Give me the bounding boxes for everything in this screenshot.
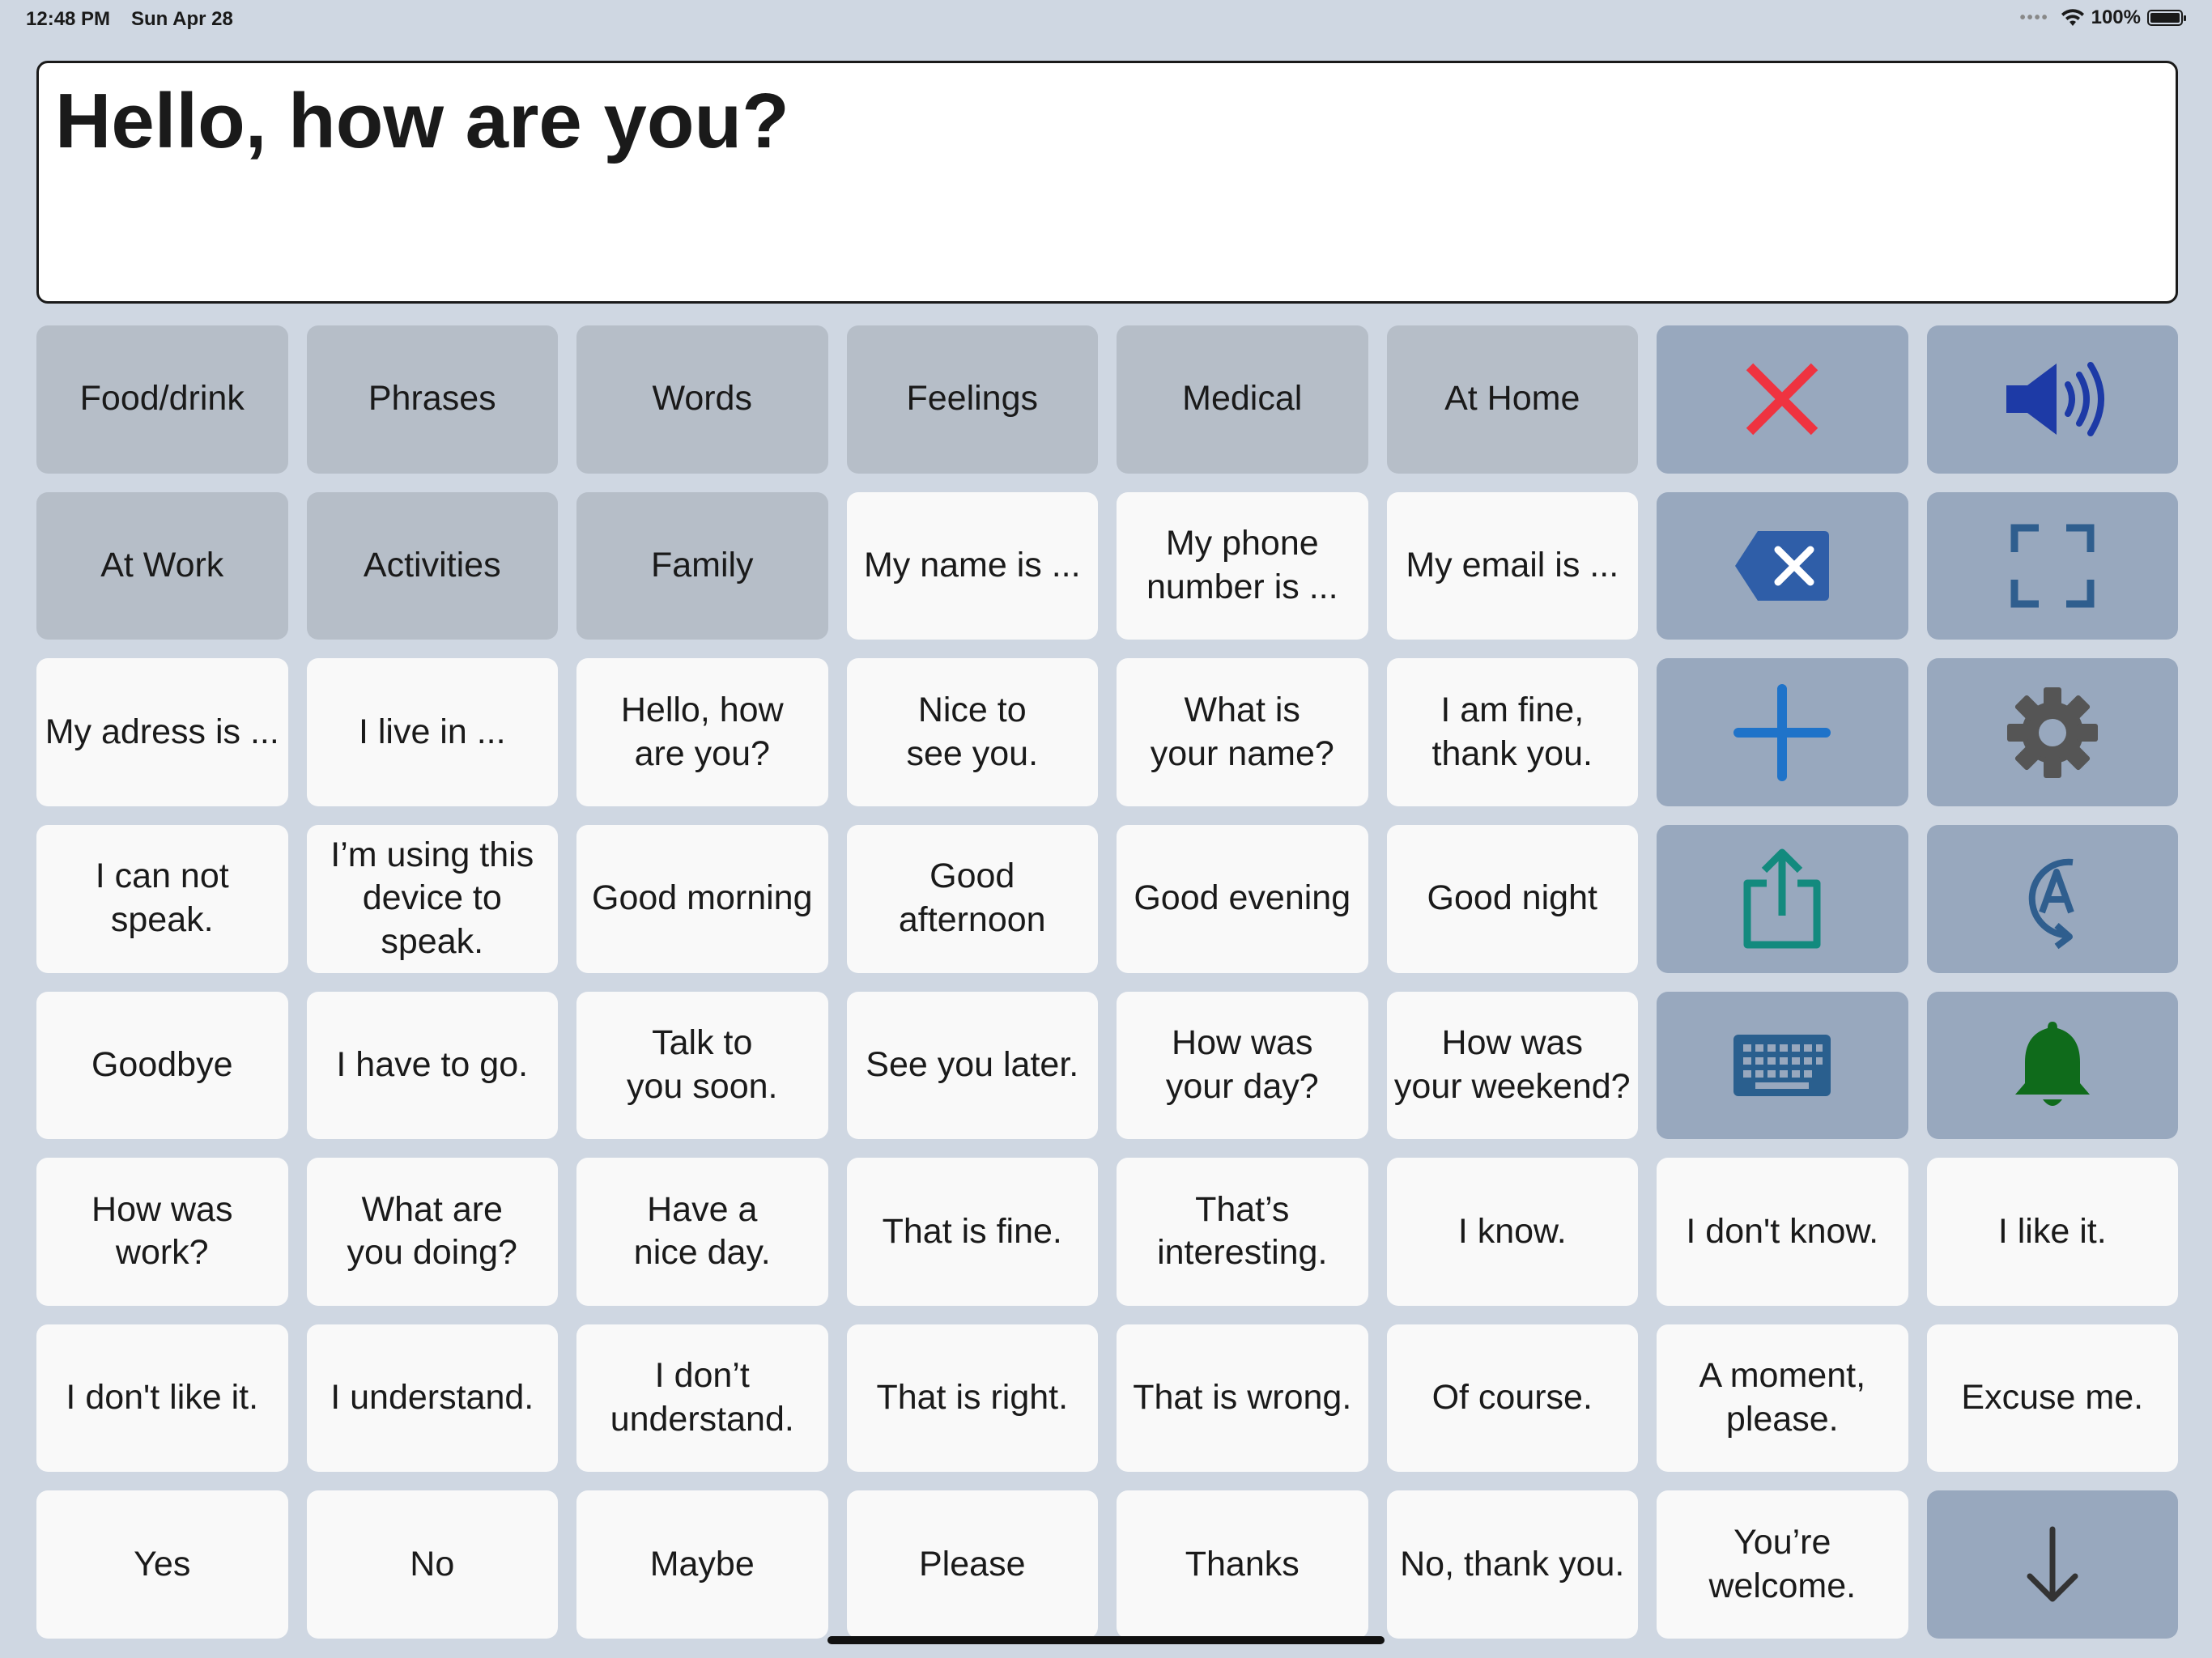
category-words[interactable]: Words <box>576 325 828 474</box>
settings-button[interactable] <box>1926 658 2178 806</box>
phrase-button[interactable]: Please <box>846 1490 1098 1639</box>
phrase-button[interactable]: Goodbye <box>36 991 288 1140</box>
arrow-down-icon <box>2027 1526 2078 1602</box>
phrase-button[interactable]: My phone number is ... <box>1117 491 1368 640</box>
phrase-button[interactable]: How was work? <box>36 1158 288 1306</box>
phrase-button[interactable]: A moment, please. <box>1657 1324 1908 1473</box>
phrase-button[interactable]: Maybe <box>576 1490 828 1639</box>
phrase-button[interactable]: I like it. <box>1926 1158 2178 1306</box>
phrase-button[interactable]: No <box>306 1490 558 1639</box>
bell-icon <box>2014 1021 2090 1106</box>
phrase-button[interactable]: Thanks <box>1117 1490 1368 1639</box>
phrase-button[interactable]: I have to go. <box>306 991 558 1140</box>
phrase-button[interactable]: I live in ... <box>306 658 558 806</box>
phrase-button[interactable]: Good morning <box>576 824 828 973</box>
phrase-button[interactable]: Excuse me. <box>1926 1324 2178 1473</box>
phrase-button[interactable]: How was your weekend? <box>1386 991 1638 1140</box>
share-icon <box>1743 848 1821 949</box>
category-feelings[interactable]: Feelings <box>846 325 1098 474</box>
category-medical[interactable]: Medical <box>1117 325 1368 474</box>
message-display[interactable]: Hello, how are you? <box>36 61 2178 304</box>
status-date: Sun Apr 28 <box>131 8 233 30</box>
phrase-button[interactable]: That is wrong. <box>1117 1324 1368 1473</box>
close-icon <box>1746 363 1819 436</box>
phrase-button[interactable]: Of course. <box>1386 1324 1638 1473</box>
speaker-icon <box>2006 362 2104 437</box>
phrase-button[interactable]: My email is ... <box>1386 491 1638 640</box>
category-family[interactable]: Family <box>576 491 828 640</box>
battery-percent: 100% <box>2091 6 2141 28</box>
phrase-button[interactable]: I don’t understand. <box>576 1324 828 1473</box>
category-phrases[interactable]: Phrases <box>306 325 558 474</box>
phrase-button[interactable]: Hello, how are you? <box>576 658 828 806</box>
category-at-home[interactable]: At Home <box>1386 325 1638 474</box>
backspace-icon <box>1735 530 1830 601</box>
keyboard-button[interactable] <box>1657 991 1908 1140</box>
phrase-button[interactable]: Good night <box>1386 824 1638 973</box>
phrase-button[interactable]: I can not speak. <box>36 824 288 973</box>
share-button[interactable] <box>1657 824 1908 973</box>
status-right: •••• 100% <box>2019 6 2186 29</box>
battery-icon <box>2147 10 2186 26</box>
backspace-button[interactable] <box>1657 491 1908 640</box>
signal-dots-icon: •••• <box>2019 8 2049 27</box>
clear-button[interactable] <box>1657 325 1908 474</box>
phrase-button[interactable]: How was your day? <box>1117 991 1368 1140</box>
phrase-button[interactable]: No, thank you. <box>1386 1490 1638 1639</box>
category-activities[interactable]: Activities <box>306 491 558 640</box>
phrase-button[interactable]: What is your name? <box>1117 658 1368 806</box>
scroll-down-button[interactable] <box>1926 1490 2178 1639</box>
phrase-button[interactable]: See you later. <box>846 991 1098 1140</box>
phrase-button[interactable]: What are you doing? <box>306 1158 558 1306</box>
phrase-button[interactable]: Good afternoon <box>846 824 1098 973</box>
phrase-button[interactable]: Talk to you soon. <box>576 991 828 1140</box>
plus-icon <box>1733 683 1831 781</box>
phrase-button[interactable]: You’re welcome. <box>1657 1490 1908 1639</box>
phrase-button[interactable]: That’s interesting. <box>1117 1158 1368 1306</box>
phrase-button[interactable]: I’m using this device to speak. <box>306 824 558 973</box>
phrase-button[interactable]: Good evening <box>1117 824 1368 973</box>
wifi-icon <box>2061 9 2084 26</box>
rotate-text-icon <box>2028 858 2074 950</box>
gear-icon <box>2006 687 2098 778</box>
alarm-button[interactable] <box>1926 991 2178 1140</box>
status-bar: 12:48 PM Sun Apr 28 •••• 100% <box>0 0 2212 39</box>
home-indicator[interactable] <box>827 1636 1385 1644</box>
category-at-work[interactable]: At Work <box>36 491 288 640</box>
phrase-button[interactable]: I don't know. <box>1657 1158 1908 1306</box>
keyboard-icon <box>1733 1034 1831 1096</box>
speak-button[interactable] <box>1926 325 2178 474</box>
phrase-button[interactable]: I know. <box>1386 1158 1638 1306</box>
category-food-drink[interactable]: Food/drink <box>36 325 288 474</box>
text-direction-button[interactable] <box>1926 824 2178 973</box>
phrase-button[interactable]: My name is ... <box>846 491 1098 640</box>
phrase-button[interactable]: My adress is ... <box>36 658 288 806</box>
fullscreen-button[interactable] <box>1926 491 2178 640</box>
phrase-button[interactable]: That is right. <box>846 1324 1098 1473</box>
status-time: 12:48 PM <box>26 8 111 30</box>
phrase-button[interactable]: Yes <box>36 1490 288 1639</box>
phrase-button[interactable]: That is fine. <box>846 1158 1098 1306</box>
phrase-button[interactable]: I don't like it. <box>36 1324 288 1473</box>
phrase-button[interactable]: Have a nice day. <box>576 1158 828 1306</box>
phrase-button[interactable]: I understand. <box>306 1324 558 1473</box>
phrase-button[interactable]: Nice to see you. <box>846 658 1098 806</box>
add-button[interactable] <box>1657 658 1908 806</box>
phrase-board: Food/drink Phrases Words Feelings Medica… <box>36 325 2178 1639</box>
phrase-button[interactable]: I am fine, thank you. <box>1386 658 1638 806</box>
fullscreen-icon <box>2010 524 2095 608</box>
